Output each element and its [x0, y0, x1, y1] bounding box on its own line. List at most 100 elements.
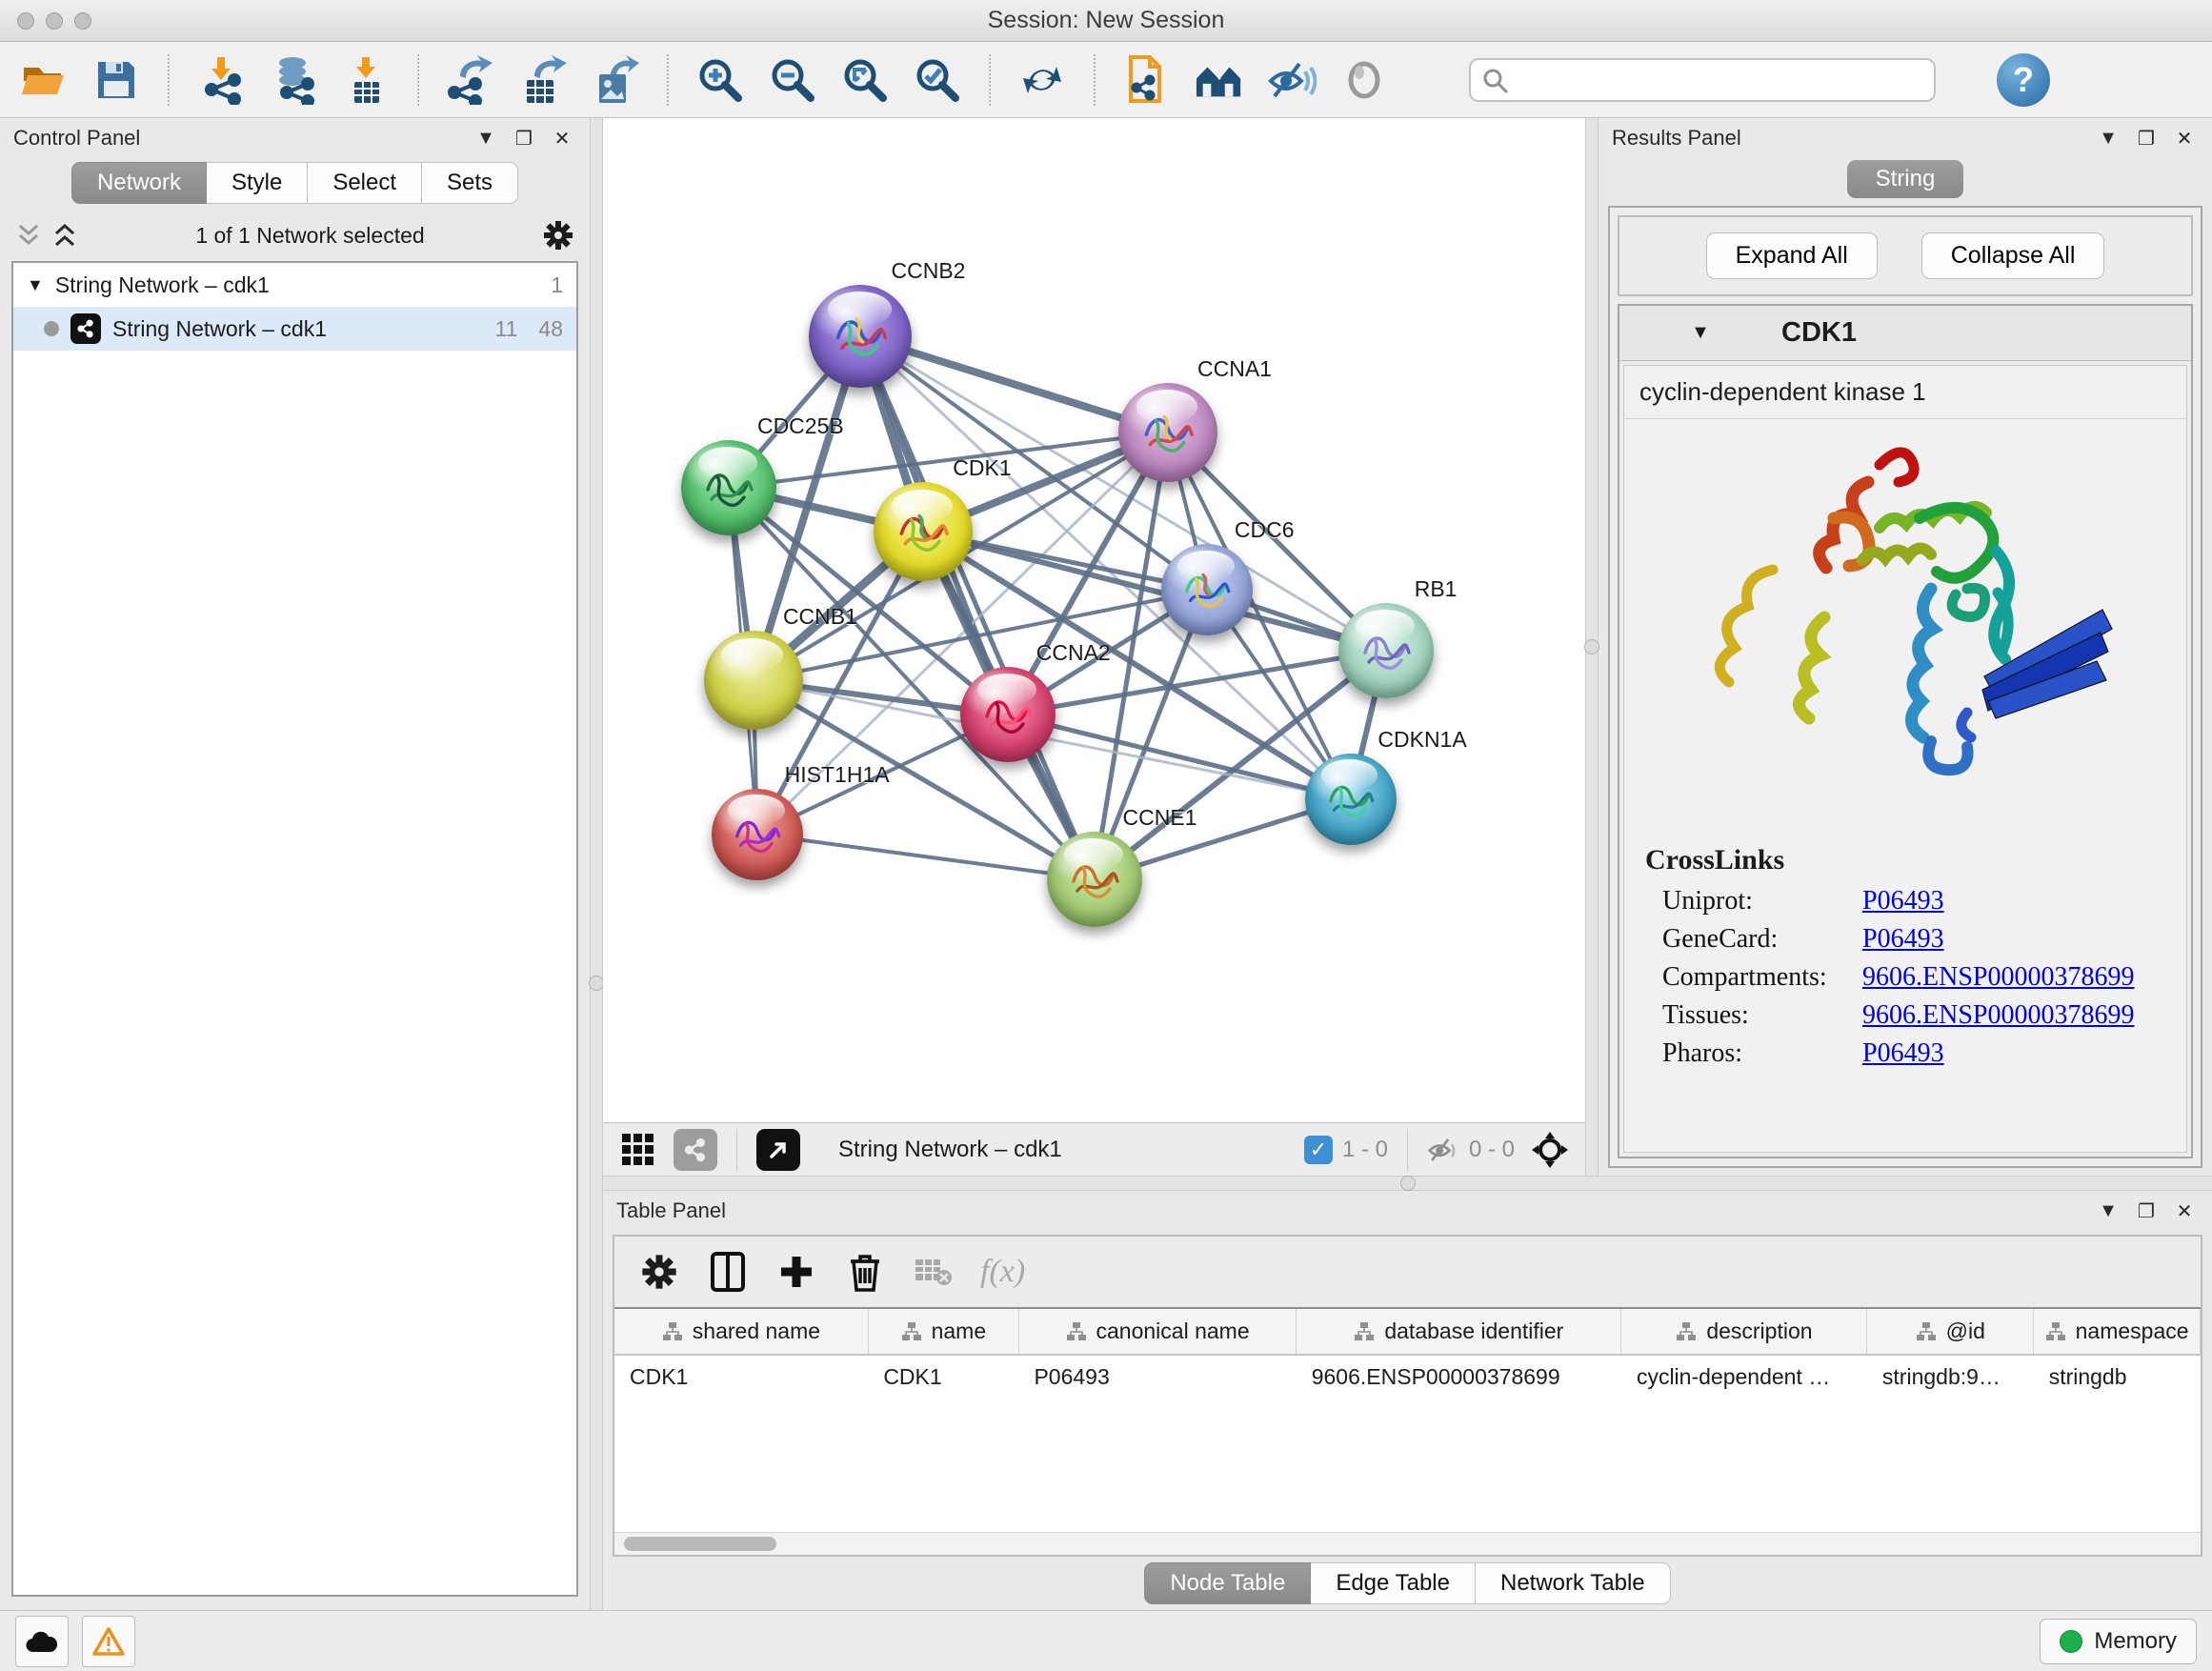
table-hscrollbar[interactable] [614, 1532, 2201, 1555]
tab-network[interactable]: Network [71, 162, 207, 204]
column-header-canonical-name[interactable]: canonical name [1018, 1309, 1296, 1355]
table-panel-float-button[interactable]: ❐ [2132, 1199, 2161, 1223]
gear-icon[interactable] [542, 219, 574, 252]
delete-table-button[interactable] [912, 1250, 955, 1294]
minimize-window-button[interactable] [46, 12, 63, 30]
close-window-button[interactable] [17, 12, 34, 30]
node-CDC6[interactable] [1161, 544, 1253, 635]
zoom-window-button[interactable] [74, 12, 91, 30]
table-cell[interactable]: P06493 [1018, 1355, 1296, 1399]
collapse-triangle-icon[interactable]: ▼ [1619, 322, 1781, 344]
table-cell[interactable]: cyclin-dependent … [1621, 1355, 1867, 1399]
tab-network-table[interactable]: Network Table [1476, 1562, 1671, 1604]
node-RB1[interactable] [1338, 603, 1434, 698]
node-CCNB1[interactable] [704, 631, 803, 730]
export-image-button[interactable] [591, 53, 640, 107]
results-panel-float-button[interactable]: ❐ [2132, 127, 2161, 151]
search-input[interactable] [1469, 58, 1936, 102]
tab-select[interactable]: Select [308, 162, 422, 204]
protein-card-header[interactable]: ▼ CDK1 [1619, 306, 2191, 361]
export-network-button[interactable] [446, 53, 495, 107]
cloud-status-button[interactable] [15, 1616, 69, 1667]
column-header-@id[interactable]: @id [1867, 1309, 2034, 1355]
export-table-button[interactable] [518, 53, 568, 107]
horizontal-splitter[interactable] [603, 1176, 2212, 1191]
string-home-button[interactable] [1195, 53, 1244, 107]
expand-all-button[interactable]: Expand All [1706, 232, 1878, 279]
memory-button[interactable]: Memory [2040, 1619, 2197, 1664]
collapse-all-button[interactable]: Collapse All [1921, 232, 2105, 279]
hide-panel-button[interactable] [1267, 53, 1317, 107]
expand-all-icon[interactable] [51, 222, 78, 249]
edge-CCNB2-CCNE1[interactable] [860, 336, 1094, 879]
splitter-handle[interactable] [1400, 1176, 1416, 1191]
column-header-description[interactable]: description [1621, 1309, 1867, 1355]
zoom-in-button[interactable] [695, 53, 745, 107]
save-session-button[interactable] [91, 53, 141, 107]
selected-checkbox-icon[interactable]: ✓ [1304, 1136, 1333, 1164]
hidden-eye-icon[interactable] [1427, 1136, 1459, 1164]
edge-HIST1H1A-CCNE1[interactable] [757, 835, 1095, 879]
open-session-button[interactable] [19, 53, 69, 107]
show-graphics-button[interactable] [1339, 53, 1389, 107]
node-CDC25B[interactable] [681, 440, 776, 535]
show-columns-button[interactable] [706, 1250, 750, 1294]
detach-view-button[interactable] [756, 1129, 800, 1171]
column-header-database-identifier[interactable]: database identifier [1297, 1309, 1621, 1355]
scrollbar-thumb[interactable] [624, 1537, 776, 1551]
left-splitter[interactable] [590, 118, 603, 1610]
table-cell[interactable]: stringdb [2034, 1355, 2201, 1399]
table-cell[interactable]: stringdb:9… [1867, 1355, 2034, 1399]
table-cell[interactable]: 9606.ENSP00000378699 [1297, 1355, 1621, 1399]
crosslink-link[interactable]: 9606.ENSP00000378699 [1862, 962, 2134, 993]
tab-edge-table[interactable]: Edge Table [1311, 1562, 1476, 1604]
column-header-name[interactable]: name [868, 1309, 1018, 1355]
crosslink-link[interactable]: P06493 [1862, 924, 1944, 955]
import-network-database-button[interactable] [269, 53, 318, 107]
node-CCNA2[interactable] [960, 667, 1056, 762]
control-panel-close-button[interactable]: ✕ [548, 127, 576, 151]
warnings-button[interactable] [82, 1616, 135, 1667]
import-table-file-button[interactable] [341, 53, 391, 107]
node-HIST1H1A[interactable] [712, 789, 803, 880]
table-panel-close-button[interactable]: ✕ [2170, 1199, 2199, 1223]
splitter-handle[interactable] [1584, 639, 1599, 654]
delete-column-button[interactable] [843, 1250, 887, 1294]
crosslink-link[interactable]: 9606.ENSP00000378699 [1862, 1000, 2134, 1031]
tab-sets[interactable]: Sets [422, 162, 518, 204]
clone-network-button[interactable] [1122, 53, 1172, 107]
table-row[interactable]: CDK1CDK1P064939606.ENSP00000378699cyclin… [614, 1355, 2201, 1399]
help-button[interactable]: ? [1997, 53, 2050, 107]
results-panel-close-button[interactable]: ✕ [2170, 127, 2199, 151]
crosslink-link[interactable]: P06493 [1862, 1038, 1944, 1069]
network-row-selected[interactable]: String Network – cdk1 11 48 [13, 307, 576, 351]
control-panel-float-button[interactable]: ❐ [510, 127, 538, 151]
node-CCNA1[interactable] [1118, 383, 1217, 482]
add-column-button[interactable] [774, 1250, 818, 1294]
import-network-file-button[interactable] [196, 53, 246, 107]
network-share-button[interactable] [674, 1129, 717, 1171]
node-CCNE1[interactable] [1047, 832, 1142, 927]
grid-view-button[interactable] [616, 1129, 660, 1171]
tab-style[interactable]: Style [207, 162, 308, 204]
table-cell[interactable]: CDK1 [614, 1355, 868, 1399]
table-cell[interactable]: CDK1 [868, 1355, 1018, 1399]
splitter-handle[interactable] [589, 976, 604, 991]
control-panel-menu-button[interactable]: ▼ [472, 128, 500, 150]
column-header-namespace[interactable]: namespace [2034, 1309, 2201, 1355]
tab-string[interactable]: String [1847, 160, 1964, 198]
results-panel-menu-button[interactable]: ▼ [2094, 128, 2122, 150]
collapse-all-icon[interactable] [15, 222, 42, 249]
network-canvas[interactable]: CCNB2CCNA1CDC25BCDK1CDC6RB1CCNB1CCNA2CDK… [603, 118, 1585, 1122]
network-collection-row[interactable]: ▼ String Network – cdk1 1 [13, 263, 576, 307]
tab-node-table[interactable]: Node Table [1144, 1562, 1311, 1604]
birds-eye-button[interactable] [1528, 1129, 1572, 1171]
right-splitter[interactable] [1585, 118, 1599, 1176]
node-CCNB2[interactable] [809, 285, 912, 388]
column-header-shared-name[interactable]: shared name [614, 1309, 868, 1355]
zoom-out-button[interactable] [768, 53, 817, 107]
apply-layout-button[interactable] [1017, 53, 1067, 107]
node-CDK1[interactable] [874, 482, 973, 581]
function-builder-button[interactable]: f(x) [980, 1254, 1025, 1290]
crosslink-link[interactable]: P06493 [1862, 886, 1944, 916]
